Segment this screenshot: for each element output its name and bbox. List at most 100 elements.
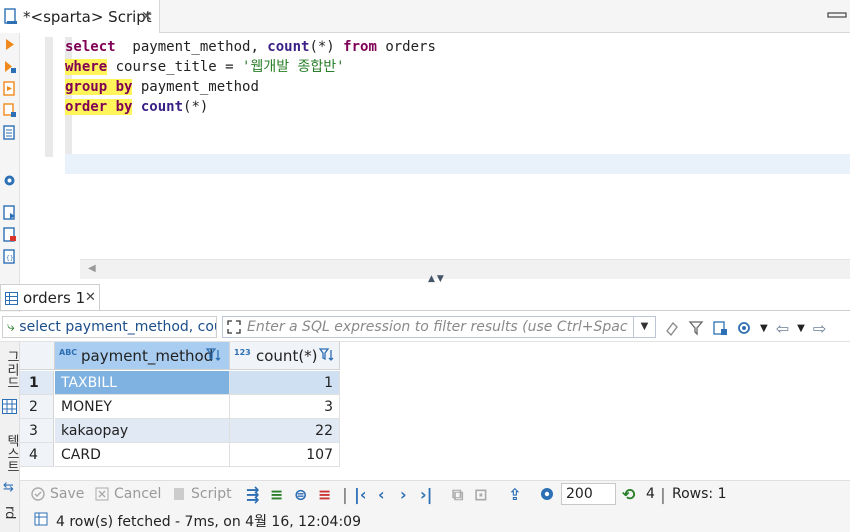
code-line[interactable]: group by payment_method bbox=[65, 77, 436, 97]
code-line[interactable]: order by count(*) bbox=[65, 97, 436, 117]
cell-count[interactable]: 107 bbox=[230, 443, 340, 467]
sql-editor[interactable]: select payment_method, count(*) from ord… bbox=[20, 33, 850, 279]
editor-tab-bar: *<sparta> Script ✕ bbox=[0, 0, 850, 33]
current-line-highlight bbox=[65, 154, 850, 174]
refresh-count: 4 bbox=[646, 486, 655, 502]
result-tab-divider bbox=[0, 310, 850, 311]
fetch-all-icon[interactable]: ⊡ bbox=[474, 485, 487, 504]
previous-page-icon[interactable]: ‹ bbox=[378, 485, 385, 504]
apply-filter-icon[interactable] bbox=[688, 320, 704, 336]
result-tab-label: orders 1 bbox=[23, 289, 86, 307]
code-token: group by bbox=[65, 79, 133, 95]
cell-count[interactable]: 3 bbox=[230, 395, 340, 419]
row-number[interactable]: 2 bbox=[20, 395, 54, 419]
export-icon[interactable]: ⇪ bbox=[508, 485, 521, 504]
code-token: count bbox=[140, 99, 184, 115]
clear-filter-icon[interactable] bbox=[664, 320, 680, 336]
row-number[interactable]: 4 bbox=[20, 443, 54, 467]
cancel-icon bbox=[95, 487, 109, 501]
column-header-payment-method[interactable]: ABC payment_method bbox=[55, 342, 230, 370]
scroll-left-icon[interactable]: ◀ bbox=[88, 263, 96, 274]
delete-row-icon[interactable]: ≡ bbox=[318, 485, 331, 504]
close-result-tab-icon[interactable]: ✕ bbox=[85, 290, 96, 305]
refresh-icon[interactable]: ⟲ bbox=[622, 485, 635, 504]
record-toggle-icon[interactable]: ⇆ bbox=[3, 480, 14, 495]
column-header-count[interactable]: 123 count(*) bbox=[230, 342, 340, 370]
fetch-status-icon bbox=[34, 512, 48, 526]
cell-payment-method[interactable]: MONEY bbox=[55, 395, 230, 419]
fetch-settings-gear-icon[interactable] bbox=[539, 486, 555, 502]
query-text-field[interactable]: ⤷ select payment_method, cou bbox=[2, 316, 217, 338]
open-file-icon[interactable] bbox=[2, 205, 17, 220]
back-arrow-icon[interactable]: ⇦ bbox=[776, 319, 789, 338]
export-file-icon[interactable]: {} bbox=[2, 249, 17, 264]
result-grid: ABC payment_method 123 count(*) 1 TAXBILL… bbox=[20, 342, 850, 480]
sort-filter-icon[interactable] bbox=[318, 347, 334, 363]
filter-placeholder: Enter a SQL expression to filter results… bbox=[247, 319, 628, 335]
cancel-button[interactable]: Cancel bbox=[94, 486, 161, 502]
cell-payment-method[interactable]: TAXBILL bbox=[55, 371, 230, 395]
duplicate-row-icon[interactable]: ⊜ bbox=[294, 485, 307, 504]
sort-filter-icon[interactable] bbox=[205, 347, 221, 363]
row-number[interactable]: 1 bbox=[20, 371, 54, 395]
code-token: (*) bbox=[183, 99, 209, 115]
code-token: select bbox=[65, 39, 116, 55]
filter-expression-input[interactable]: Enter a SQL expression to filter results… bbox=[222, 316, 634, 338]
edit-row-icon[interactable]: ⇶ bbox=[246, 485, 259, 504]
row-header-corner bbox=[20, 342, 55, 370]
save-label: Save bbox=[50, 486, 85, 502]
execute-script-new-tab-icon[interactable] bbox=[2, 103, 17, 118]
result-toolbar: Save Cancel Script ⇶ ≡ ⊜ ≡ | |‹ ‹ › ›| ⧉… bbox=[20, 480, 850, 506]
code-line[interactable]: where course_title = '웹개발 종합반' bbox=[65, 57, 436, 77]
code-token: order by bbox=[65, 99, 133, 115]
forward-arrow-icon[interactable]: ⇨ bbox=[813, 319, 826, 338]
view-switcher: 그리드 텍스트 ⇆ rd bbox=[0, 342, 20, 532]
settings-gear-icon[interactable] bbox=[2, 173, 17, 188]
record-view-label[interactable]: rd bbox=[2, 506, 17, 519]
filter-history-dropdown[interactable]: ▼ bbox=[634, 316, 656, 338]
execute-statement-icon[interactable] bbox=[2, 37, 17, 52]
row-number[interactable]: 3 bbox=[20, 419, 54, 443]
code-line[interactable]: select payment_method, count(*) from ord… bbox=[65, 37, 436, 57]
add-row-icon[interactable]: ≡ bbox=[270, 485, 283, 504]
code-token: from bbox=[343, 39, 377, 55]
filter-settings-icon[interactable] bbox=[712, 320, 728, 336]
options-dropdown-icon[interactable]: ▼ bbox=[760, 323, 768, 334]
script-tab[interactable]: *<sparta> Script ✕ bbox=[0, 0, 160, 33]
status-bar: 4 row(s) fetched - 7ms, on 4월 16, 12:04:… bbox=[20, 506, 850, 532]
cell-count[interactable]: 22 bbox=[230, 419, 340, 443]
panel-splitter-icon[interactable]: ▲▼ bbox=[428, 274, 446, 284]
editor-horizontal-scrollbar[interactable]: ◀ bbox=[80, 259, 850, 279]
separator: | bbox=[342, 485, 348, 504]
cell-count[interactable]: 1 bbox=[230, 371, 340, 395]
first-page-icon[interactable]: |‹ bbox=[354, 485, 366, 504]
text-view-label[interactable]: 텍스트 bbox=[2, 434, 21, 473]
script-label: Script bbox=[191, 486, 232, 502]
minimize-icon[interactable] bbox=[826, 10, 850, 20]
explain-plan-icon[interactable] bbox=[2, 125, 17, 140]
save-check-icon bbox=[31, 487, 45, 501]
back-dropdown-icon[interactable]: ▼ bbox=[797, 323, 805, 334]
annotation-ruler bbox=[45, 37, 53, 157]
refresh-options-icon[interactable] bbox=[736, 320, 752, 336]
rows-count: Rows: 1 bbox=[672, 486, 727, 502]
close-tab-icon[interactable]: ✕ bbox=[141, 9, 153, 25]
last-page-icon[interactable]: ›| bbox=[420, 485, 432, 504]
filter-tools: ▼ ⇦ ▼ ⇨ bbox=[664, 319, 826, 338]
script-button[interactable]: Script bbox=[171, 486, 232, 502]
next-page-icon[interactable]: › bbox=[400, 485, 407, 504]
cell-payment-method[interactable]: CARD bbox=[55, 443, 230, 467]
code-token: payment_method, bbox=[115, 39, 268, 55]
cell-payment-method[interactable]: kakaopay bbox=[55, 419, 230, 443]
fetch-size-input[interactable]: 200 bbox=[561, 483, 616, 505]
sql-code[interactable]: select payment_method, count(*) from ord… bbox=[65, 37, 436, 117]
save-button[interactable]: Save bbox=[30, 486, 84, 502]
grid-view-icon[interactable] bbox=[2, 399, 17, 414]
result-tab[interactable]: orders 1 ✕ bbox=[0, 284, 100, 311]
execute-script-icon[interactable] bbox=[2, 81, 17, 96]
fetch-page-icon[interactable]: ⧉ bbox=[452, 485, 463, 505]
column-name: payment_method bbox=[81, 347, 214, 365]
save-file-icon[interactable] bbox=[2, 227, 17, 242]
execute-new-tab-icon[interactable] bbox=[2, 59, 17, 74]
grid-view-label[interactable]: 그리드 bbox=[2, 350, 21, 389]
